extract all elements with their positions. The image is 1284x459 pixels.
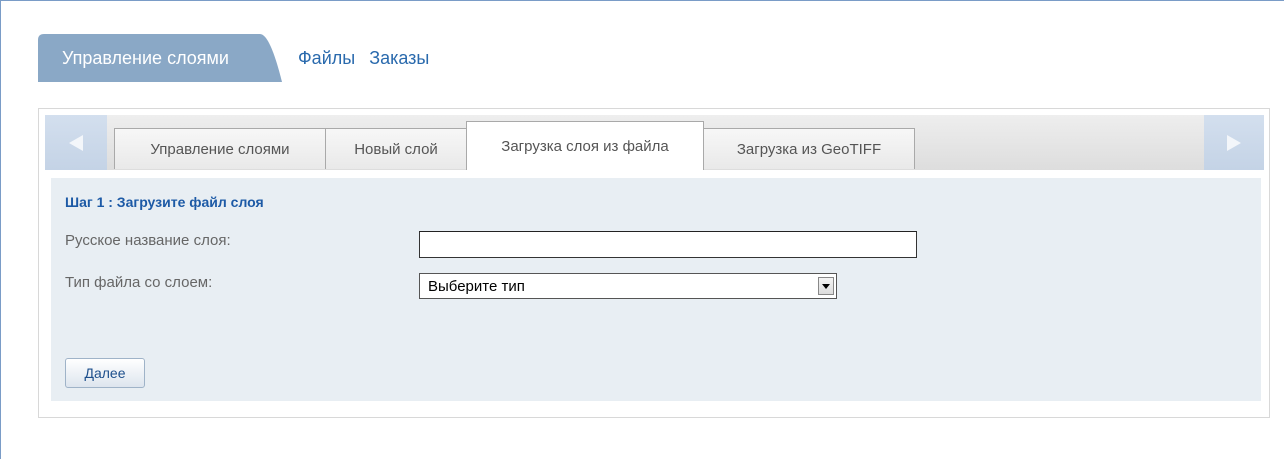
- scroll-tabs-left-button[interactable]: [45, 115, 107, 170]
- layer-name-label: Русское название слоя:: [65, 232, 231, 249]
- top-navigation: Управление слоями Файлы Заказы: [38, 34, 435, 82]
- dropdown-arrow-icon: [822, 283, 830, 289]
- tab-label: Новый слой: [354, 140, 438, 158]
- nav-link-files[interactable]: Файлы: [298, 48, 355, 69]
- file-type-selected-value: Выберите тип: [428, 278, 525, 295]
- file-type-select[interactable]: Выберите тип: [419, 273, 837, 299]
- tab-strip: Управление слоями Новый слой Загрузка сл…: [45, 115, 1264, 170]
- tab-upload-layer-from-file[interactable]: Загрузка слоя из файла: [466, 121, 704, 170]
- nav-link-orders[interactable]: Заказы: [369, 48, 429, 69]
- content-panel: Управление слоями Новый слой Загрузка сл…: [38, 108, 1270, 418]
- layer-name-input[interactable]: [419, 231, 917, 258]
- tab-label: Загрузка из GeoTIFF: [736, 140, 882, 158]
- dropdown-button[interactable]: [818, 277, 834, 295]
- nav-tab-label: Управление слоями: [62, 47, 229, 68]
- tab-upload-from-geotiff[interactable]: Загрузка из GeoTIFF: [703, 128, 915, 169]
- scroll-tabs-right-button[interactable]: [1204, 115, 1264, 170]
- next-button[interactable]: Далее: [65, 358, 145, 388]
- window-border-left: [0, 0, 1, 459]
- tab-layer-management[interactable]: Управление слоями: [114, 128, 326, 169]
- file-type-label: Тип файла со слоем:: [65, 274, 213, 291]
- tab-list: Управление слоями Новый слой Загрузка сл…: [114, 121, 915, 170]
- nav-tab-layer-management[interactable]: Управление слоями: [38, 34, 282, 82]
- tab-new-layer[interactable]: Новый слой: [325, 128, 467, 169]
- step-title: Шаг 1 : Загрузите файл слоя: [65, 194, 264, 210]
- upload-form: Шаг 1 : Загрузите файл слоя Русское назв…: [51, 178, 1261, 401]
- tab-label: Загрузка слоя из файла: [501, 137, 669, 155]
- arrow-right-icon: [1227, 134, 1241, 151]
- tab-label: Управление слоями: [150, 140, 290, 158]
- arrow-left-icon: [69, 134, 83, 151]
- window-border-top: [0, 0, 1284, 1]
